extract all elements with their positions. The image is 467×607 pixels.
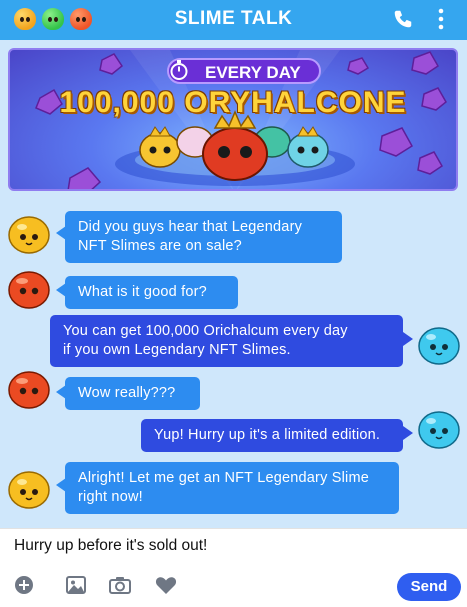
message-bubble[interactable]: Wow really??? (65, 377, 200, 410)
banner-pill-text: EVERY DAY (205, 63, 301, 82)
camera-icon[interactable] (108, 573, 132, 597)
heart-icon[interactable] (154, 573, 178, 597)
image-icon[interactable] (64, 573, 88, 597)
message-bubble[interactable]: Alright! Let me get an NFT Legendary Sli… (65, 462, 399, 514)
message-line: if you own Legendary NFT Slimes. (63, 342, 291, 358)
message-line: Did you guys hear that Legendary (78, 219, 303, 235)
message-bubble[interactable]: Did you guys hear that Legendary NFT Sli… (65, 211, 342, 263)
message-input[interactable]: Hurry up before it's sold out! (14, 537, 207, 555)
message-line: Wow really??? (78, 385, 176, 401)
cyan-slime-avatar[interactable] (417, 406, 461, 450)
yellow-slime-avatar[interactable] (7, 211, 51, 255)
red-slime-avatar[interactable] (7, 266, 51, 310)
app-header: SLIME TALK (0, 0, 467, 40)
red-slime-avatar[interactable] (7, 366, 51, 410)
message-line: You can get 100,000 Orichalcum every day (63, 323, 348, 339)
stopwatch-icon (170, 60, 188, 80)
message-bubble[interactable]: Yup! Hurry up it's a limited edition. (141, 419, 403, 452)
message-line: What is it good for? (78, 284, 207, 300)
more-vertical-icon[interactable] (434, 7, 448, 31)
message-line: NFT Slimes are on sale? (78, 238, 242, 254)
yellow-slime-avatar[interactable] (7, 466, 51, 510)
promo-banner[interactable]: EVERY DAY 100,000 ORYHALCONE (8, 48, 458, 191)
message-bubble[interactable]: You can get 100,000 Orichalcum every day… (50, 315, 403, 367)
phone-icon[interactable] (392, 8, 414, 30)
send-button[interactable]: Send (397, 573, 461, 601)
message-line: Yup! Hurry up it's a limited edition. (154, 427, 381, 443)
add-icon[interactable] (12, 573, 36, 597)
cyan-slime-avatar[interactable] (417, 322, 461, 366)
message-bubble[interactable]: What is it good for? (65, 276, 238, 309)
message-line: Alright! Let me get an NFT Legendary Sli… (78, 470, 370, 486)
message-line: right now! (78, 489, 143, 505)
message-composer: Hurry up before it's sold out! Send (0, 528, 467, 607)
banner-pill: EVERY DAY (167, 58, 321, 84)
banner-headline: 100,000 ORYHALCONE (59, 86, 407, 119)
